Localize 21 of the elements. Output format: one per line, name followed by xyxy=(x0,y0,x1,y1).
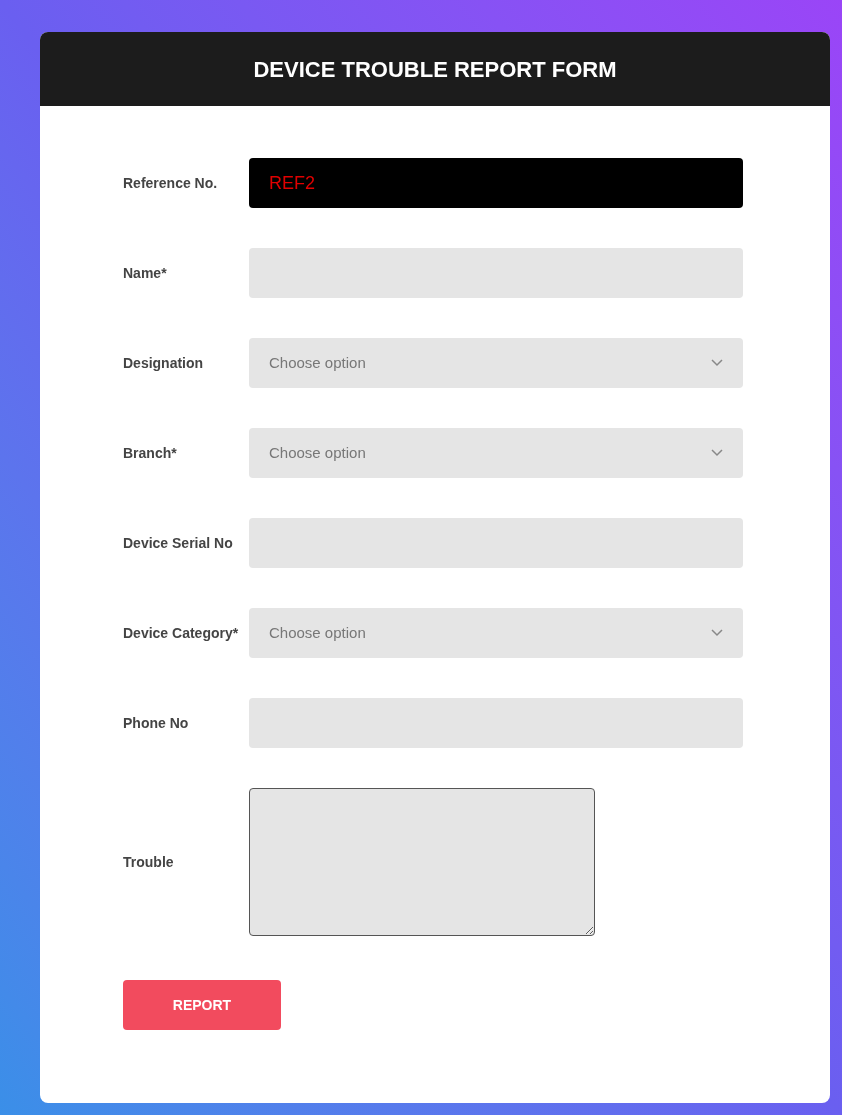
field-label: Branch* xyxy=(123,444,178,463)
select-field[interactable]: Choose option xyxy=(249,428,743,478)
chevron-down-icon xyxy=(711,449,723,457)
reference-field[interactable]: REF2 xyxy=(249,158,743,208)
field-label: Device Serial No xyxy=(123,534,234,553)
field-label: Phone No xyxy=(123,714,190,733)
trouble-textarea[interactable] xyxy=(249,788,595,936)
report-button[interactable]: REPORT xyxy=(123,980,281,1030)
input-field[interactable] xyxy=(249,518,743,568)
input-field[interactable] xyxy=(249,698,743,748)
field-label: Device Category* xyxy=(123,624,240,643)
chevron-down-icon xyxy=(711,359,723,367)
input-field[interactable] xyxy=(249,248,743,298)
field-label: Reference No. xyxy=(123,174,219,193)
chevron-down-icon xyxy=(711,629,723,637)
select-field[interactable]: Choose option xyxy=(249,608,743,658)
form-title: DEVICE TROUBLE REPORT FORM xyxy=(253,55,617,84)
field-label: Name* xyxy=(123,264,168,283)
field-label: Designation xyxy=(123,354,205,373)
select-field[interactable]: Choose option xyxy=(249,338,743,388)
field-label: Trouble xyxy=(123,853,175,872)
